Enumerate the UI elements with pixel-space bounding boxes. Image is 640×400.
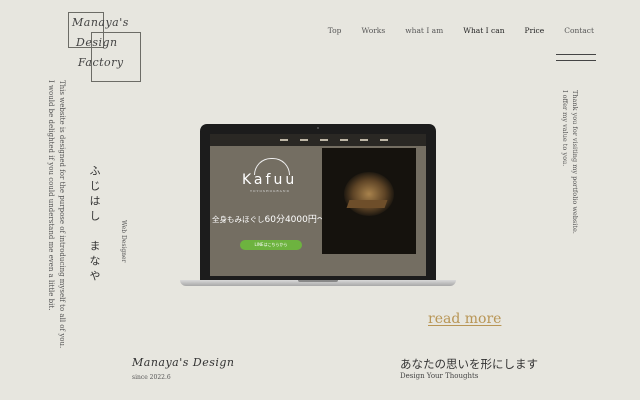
nav-top[interactable]: Top [328,26,342,35]
footer-logo: Manaya's Design [132,356,235,369]
tagline-en: Design Your Thoughts [400,372,479,380]
screen-price: 全身もみほぐし60分4000円〜 [212,212,326,225]
laptop-lid: Kafuu TOYOSHOGRAND 全身もみほぐし60分4000円〜 LINE… [200,124,436,280]
intro-line-1: This website is designed for the purpose… [58,80,66,349]
salon-table [346,200,388,208]
logo-line-3: Factory [78,56,124,69]
price-main: 60分4000円〜 [264,215,326,225]
line-button: LINEはこちらから [240,240,302,250]
salon-photo [322,148,416,254]
owner-name: ふじはし まなや [88,165,101,285]
thanks-line-2: I offer my value to you. [561,90,569,167]
owner-role: Web Designer [120,220,127,263]
screen-nav [210,134,426,146]
laptop-screen: Kafuu TOYOSHOGRAND 全身もみほぐし60分4000円〜 LINE… [210,134,426,276]
laptop-notch [298,280,338,282]
thanks-line-1: Thank you for visiting my portfolio webs… [571,90,579,234]
nav-what-i-can[interactable]: What I can [463,26,504,35]
lamp-glow [344,172,394,216]
nav-contact[interactable]: Contact [564,26,594,35]
screen-brand: Kafuu [242,172,298,188]
menu-icon[interactable] [556,54,596,62]
price-prefix: 全身もみほぐし [212,215,265,224]
laptop-mockup[interactable]: Kafuu TOYOSHOGRAND 全身もみほぐし60分4000円〜 LINE… [180,124,456,290]
site-logo[interactable]: Manaya's Design Factory [64,10,146,86]
footer-since: since 2022.6 [132,374,171,381]
main-nav: Top Works what I am What I can Price Con… [328,26,594,35]
nav-price[interactable]: Price [525,26,545,35]
nav-what-i-am[interactable]: what I am [405,26,443,35]
logo-line-2: Design [76,36,118,49]
thanks-text: Thank you for visiting my portfolio webs… [560,90,580,234]
read-more-link[interactable]: read more [428,311,501,327]
camera-dot [317,127,319,129]
nav-works[interactable]: Works [362,26,386,35]
intro-text: This website is designed for the purpose… [45,80,67,349]
tagline-jp: あなたの思いを形にします [400,357,538,371]
intro-line-2: I would be delighted if you could unders… [47,80,55,311]
screen-brand-sub: TOYOSHOGRAND [250,189,290,193]
logo-line-1: Manaya's [72,16,129,29]
